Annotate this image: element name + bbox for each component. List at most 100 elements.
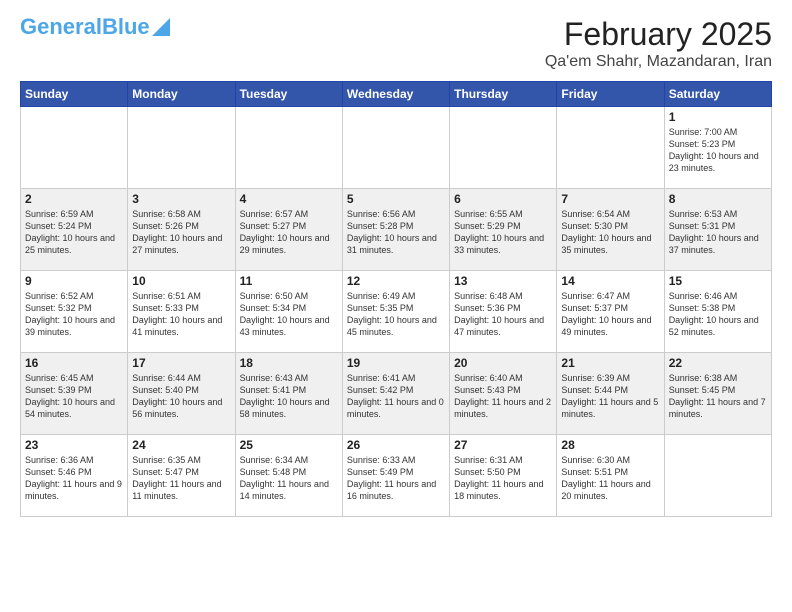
day-number: 15 [669,274,767,288]
day-info: Sunrise: 6:31 AMSunset: 5:50 PMDaylight:… [454,454,552,503]
day-number: 6 [454,192,552,206]
day-number: 13 [454,274,552,288]
table-row [128,107,235,189]
day-number: 19 [347,356,445,370]
day-info: Sunrise: 6:30 AMSunset: 5:51 PMDaylight:… [561,454,659,503]
day-info: Sunrise: 6:58 AMSunset: 5:26 PMDaylight:… [132,208,230,257]
logo-text: GeneralBlue [20,16,150,38]
day-info: Sunrise: 6:44 AMSunset: 5:40 PMDaylight:… [132,372,230,421]
table-row: 9 Sunrise: 6:52 AMSunset: 5:32 PMDaylight… [21,271,128,353]
table-row: 25 Sunrise: 6:34 AMSunset: 5:48 PMDayligh… [235,435,342,517]
day-info: Sunrise: 6:38 AMSunset: 5:45 PMDaylight:… [669,372,767,421]
day-info: Sunrise: 6:51 AMSunset: 5:33 PMDaylight:… [132,290,230,339]
table-row: 27Sunrise: 6:31 AMSunset: 5:50 PMDayligh… [450,435,557,517]
table-row: 7 Sunrise: 6:54 AMSunset: 5:30 PMDaylight… [557,189,664,271]
table-row: 11Sunrise: 6:50 AMSunset: 5:34 PMDayligh… [235,271,342,353]
table-row: 14Sunrise: 6:47 AMSunset: 5:37 PMDayligh… [557,271,664,353]
day-info: Sunrise: 6:33 AMSunset: 5:49 PMDaylight:… [347,454,445,503]
calendar: Sunday Monday Tuesday Wednesday Thursday… [20,81,772,517]
day-info: Sunrise: 7:00 AMSunset: 5:23 PMDaylight:… [669,126,767,175]
day-number: 25 [240,438,338,452]
day-number: 22 [669,356,767,370]
table-row: 2 Sunrise: 6:59 AMSunset: 5:24 PMDaylight… [21,189,128,271]
table-row: 4 Sunrise: 6:57 AMSunset: 5:27 PMDaylight… [235,189,342,271]
table-row: 13 Sunrise: 6:48 AMSunset: 5:36 PMDayligh… [450,271,557,353]
day-number: 12 [347,274,445,288]
day-info: Sunrise: 6:45 AMSunset: 5:39 PMDaylight:… [25,372,123,421]
table-row: 5 Sunrise: 6:56 AMSunset: 5:28 PMDaylight… [342,189,449,271]
table-row: 17Sunrise: 6:44 AMSunset: 5:40 PMDayligh… [128,353,235,435]
table-row [664,435,771,517]
day-number: 1 [669,110,767,124]
table-row: 18 Sunrise: 6:43 AMSunset: 5:41 PMDayligh… [235,353,342,435]
table-row: 21 Sunrise: 6:39 AMSunset: 5:44 PMDayligh… [557,353,664,435]
table-row [21,107,128,189]
col-monday: Monday [128,82,235,107]
table-row [450,107,557,189]
table-row: 10 Sunrise: 6:51 AMSunset: 5:33 PMDayligh… [128,271,235,353]
day-info: Sunrise: 6:47 AMSunset: 5:37 PMDaylight:… [561,290,659,339]
day-info: Sunrise: 6:59 AMSunset: 5:24 PMDaylight:… [25,208,123,257]
day-number: 10 [132,274,230,288]
table-row: 8Sunrise: 6:53 AMSunset: 5:31 PMDaylight… [664,189,771,271]
table-row [557,107,664,189]
calendar-week-row: 9 Sunrise: 6:52 AMSunset: 5:32 PMDaylight… [21,271,772,353]
day-info: Sunrise: 6:49 AMSunset: 5:35 PMDaylight:… [347,290,445,339]
day-info: Sunrise: 6:50 AMSunset: 5:34 PMDaylight:… [240,290,338,339]
day-info: Sunrise: 6:57 AMSunset: 5:27 PMDaylight:… [240,208,338,257]
col-saturday: Saturday [664,82,771,107]
month-title: February 2025 [545,16,772,53]
day-info: Sunrise: 6:40 AMSunset: 5:43 PMDaylight:… [454,372,552,421]
day-info: Sunrise: 6:48 AMSunset: 5:36 PMDaylight:… [454,290,552,339]
calendar-week-row: 2 Sunrise: 6:59 AMSunset: 5:24 PMDaylight… [21,189,772,271]
day-info: Sunrise: 6:41 AMSunset: 5:42 PMDaylight:… [347,372,445,421]
table-row: 24 Sunrise: 6:35 AMSunset: 5:47 PMDayligh… [128,435,235,517]
day-number: 16 [25,356,123,370]
table-row: 22 Sunrise: 6:38 AMSunset: 5:45 PMDayligh… [664,353,771,435]
table-row: 6Sunrise: 6:55 AMSunset: 5:29 PMDaylight… [450,189,557,271]
day-info: Sunrise: 6:35 AMSunset: 5:47 PMDaylight:… [132,454,230,503]
table-row [235,107,342,189]
day-number: 20 [454,356,552,370]
day-number: 2 [25,192,123,206]
day-info: Sunrise: 6:39 AMSunset: 5:44 PMDaylight:… [561,372,659,421]
day-info: Sunrise: 6:36 AMSunset: 5:46 PMDaylight:… [25,454,123,503]
day-info: Sunrise: 6:54 AMSunset: 5:30 PMDaylight:… [561,208,659,257]
day-number: 24 [132,438,230,452]
day-number: 28 [561,438,659,452]
day-number: 26 [347,438,445,452]
day-number: 4 [240,192,338,206]
day-info: Sunrise: 6:43 AMSunset: 5:41 PMDaylight:… [240,372,338,421]
table-row: 28 Sunrise: 6:30 AMSunset: 5:51 PMDayligh… [557,435,664,517]
table-row: 3 Sunrise: 6:58 AMSunset: 5:26 PMDaylight… [128,189,235,271]
day-info: Sunrise: 6:53 AMSunset: 5:31 PMDaylight:… [669,208,767,257]
logo: GeneralBlue [20,16,170,38]
table-row: 1 Sunrise: 7:00 AMSunset: 5:23 PMDaylight… [664,107,771,189]
table-row: 12 Sunrise: 6:49 AMSunset: 5:35 PMDayligh… [342,271,449,353]
day-number: 23 [25,438,123,452]
col-friday: Friday [557,82,664,107]
day-info: Sunrise: 6:34 AMSunset: 5:48 PMDaylight:… [240,454,338,503]
table-row [342,107,449,189]
calendar-week-row: 16 Sunrise: 6:45 AMSunset: 5:39 PMDayligh… [21,353,772,435]
day-info: Sunrise: 6:56 AMSunset: 5:28 PMDaylight:… [347,208,445,257]
table-row: 23 Sunrise: 6:36 AMSunset: 5:46 PMDayligh… [21,435,128,517]
table-row: 19 Sunrise: 6:41 AMSunset: 5:42 PMDayligh… [342,353,449,435]
day-info: Sunrise: 6:52 AMSunset: 5:32 PMDaylight:… [25,290,123,339]
table-row: 15Sunrise: 6:46 AMSunset: 5:38 PMDayligh… [664,271,771,353]
col-tuesday: Tuesday [235,82,342,107]
location-title: Qa'em Shahr, Mazandaran, Iran [545,53,772,71]
col-wednesday: Wednesday [342,82,449,107]
day-number: 21 [561,356,659,370]
title-block: February 2025 Qa'em Shahr, Mazandaran, I… [545,16,772,71]
day-number: 7 [561,192,659,206]
table-row: 20 Sunrise: 6:40 AMSunset: 5:43 PMDayligh… [450,353,557,435]
day-number: 9 [25,274,123,288]
calendar-header-row: Sunday Monday Tuesday Wednesday Thursday… [21,82,772,107]
table-row: 16 Sunrise: 6:45 AMSunset: 5:39 PMDayligh… [21,353,128,435]
calendar-week-row: 23 Sunrise: 6:36 AMSunset: 5:46 PMDayligh… [21,435,772,517]
day-number: 18 [240,356,338,370]
day-number: 3 [132,192,230,206]
header: GeneralBlue February 2025 Qa'em Shahr, M… [20,16,772,71]
day-number: 5 [347,192,445,206]
